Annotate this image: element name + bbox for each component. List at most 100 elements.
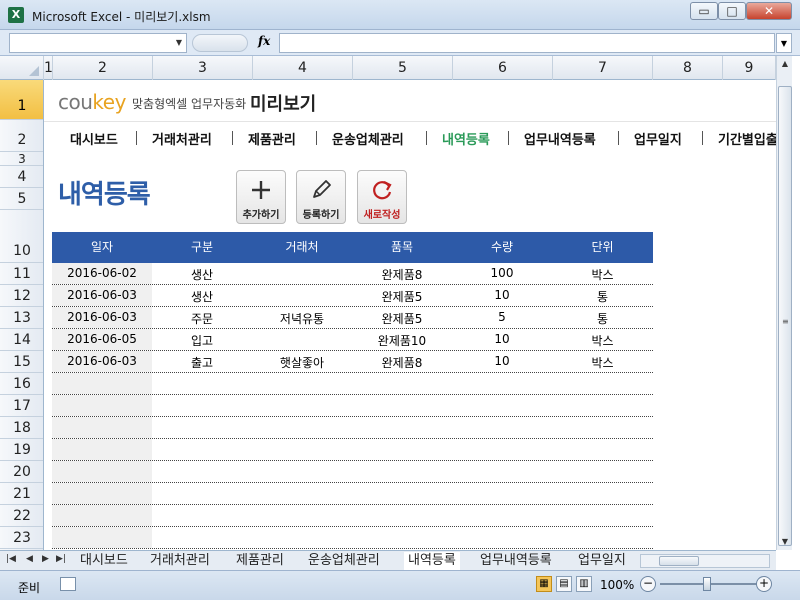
table-cell[interactable]: 입고 bbox=[152, 332, 252, 349]
nav-item-work-log[interactable]: 업무일지 bbox=[634, 129, 682, 148]
row-header[interactable]: 13 bbox=[0, 307, 43, 329]
sheet-tab-products[interactable]: 제품관리 bbox=[232, 552, 288, 570]
table-row[interactable] bbox=[52, 373, 653, 395]
sheet-tab-work-log[interactable]: 업무일지 bbox=[574, 552, 636, 570]
sheet-tab-clients[interactable]: 거래처관리 bbox=[146, 552, 214, 570]
table-cell[interactable]: 박스 bbox=[552, 354, 653, 371]
sheet-tab-entry-registration[interactable]: 내역등록 bbox=[404, 552, 460, 570]
row-header[interactable]: 1 bbox=[0, 80, 43, 120]
add-button[interactable]: 추가하기 bbox=[236, 170, 286, 224]
new-entry-button[interactable]: 새로작성 bbox=[357, 170, 407, 224]
row-header[interactable]: 16 bbox=[0, 373, 43, 395]
scroll-up-icon[interactable]: ▲ bbox=[777, 56, 793, 72]
column-header[interactable]: 9 bbox=[723, 56, 776, 80]
name-box[interactable]: ▼ bbox=[9, 33, 187, 53]
page-layout-view-button[interactable]: ▤ bbox=[556, 576, 572, 592]
insert-function-icon[interactable]: fx bbox=[258, 34, 270, 48]
nav-item-dashboard[interactable]: 대시보드 bbox=[70, 129, 118, 148]
table-cell[interactable]: 2016-06-05 bbox=[52, 332, 152, 346]
zoom-level[interactable]: 100% bbox=[600, 578, 634, 592]
formula-input[interactable] bbox=[279, 33, 775, 53]
table-cell[interactable]: 생산 bbox=[152, 266, 252, 283]
table-row[interactable] bbox=[52, 395, 653, 417]
table-row[interactable]: 2016-06-02 생산 완제품8 100 박스 bbox=[52, 263, 653, 285]
table-cell[interactable]: 10 bbox=[452, 354, 552, 368]
nav-item-carriers[interactable]: 운송업체관리 bbox=[332, 129, 404, 148]
row-header[interactable]: 5 bbox=[0, 188, 43, 210]
row-header[interactable]: 19 bbox=[0, 439, 43, 461]
nav-item-work-entry[interactable]: 업무내역등록 bbox=[524, 129, 596, 148]
nav-item-products[interactable]: 제품관리 bbox=[248, 129, 296, 148]
table-row[interactable]: 2016-06-03 생산 완제품5 10 통 bbox=[52, 285, 653, 307]
table-row[interactable] bbox=[52, 417, 653, 439]
table-cell[interactable]: 통 bbox=[552, 288, 653, 305]
row-header[interactable]: 20 bbox=[0, 461, 43, 483]
table-cell[interactable]: 2016-06-03 bbox=[52, 288, 152, 302]
table-cell[interactable]: 출고 bbox=[152, 354, 252, 371]
table-row[interactable]: 2016-06-03 주문 저녁유통 완제품5 5 통 bbox=[52, 307, 653, 329]
table-cell[interactable]: 완제품5 bbox=[352, 310, 452, 327]
row-header[interactable]: 21 bbox=[0, 483, 43, 505]
formula-bar-splitter[interactable] bbox=[192, 34, 248, 52]
nav-item-clients[interactable]: 거래처관리 bbox=[152, 129, 212, 148]
table-cell[interactable]: 주문 bbox=[152, 310, 252, 327]
chevron-down-icon[interactable]: ▼ bbox=[176, 38, 182, 47]
row-header[interactable]: 11 bbox=[0, 263, 43, 285]
zoom-in-button[interactable]: + bbox=[756, 576, 772, 592]
vertical-scrollbar[interactable]: ▲ ≡ ▼ bbox=[776, 56, 792, 550]
row-header[interactable]: 4 bbox=[0, 166, 43, 188]
row-header[interactable]: 15 bbox=[0, 351, 43, 373]
record-macro-icon[interactable] bbox=[60, 577, 76, 591]
table-cell[interactable]: 생산 bbox=[152, 288, 252, 305]
column-header[interactable]: 3 bbox=[153, 56, 253, 80]
excel-icon[interactable]: X bbox=[8, 7, 24, 23]
table-cell[interactable]: 완제품5 bbox=[352, 288, 452, 305]
column-header[interactable]: 6 bbox=[453, 56, 553, 80]
column-header[interactable]: 1 bbox=[44, 56, 53, 80]
table-cell[interactable]: 완제품10 bbox=[352, 332, 452, 349]
table-cell[interactable]: 완제품8 bbox=[352, 354, 452, 371]
column-header[interactable]: 4 bbox=[253, 56, 353, 80]
minimize-button[interactable]: ▭ bbox=[690, 2, 718, 20]
table-cell[interactable]: 박스 bbox=[552, 266, 653, 283]
maximize-button[interactable]: □ bbox=[718, 2, 746, 20]
worksheet[interactable]: coukey 맞춤형엑셀 업무자동화 미리보기 대시보드 거래처관리 제품관리 … bbox=[44, 80, 776, 550]
table-cell[interactable]: 5 bbox=[452, 310, 552, 324]
expand-formula-bar-button[interactable]: ▼ bbox=[776, 33, 792, 53]
row-header[interactable]: 3 bbox=[0, 152, 43, 166]
table-cell[interactable]: 햇살좋아 bbox=[252, 354, 352, 371]
table-cell[interactable]: 100 bbox=[452, 266, 552, 280]
select-all-button[interactable] bbox=[0, 56, 44, 80]
table-cell[interactable]: 10 bbox=[452, 332, 552, 346]
column-header[interactable]: 5 bbox=[353, 56, 453, 80]
table-row[interactable] bbox=[52, 505, 653, 527]
table-cell[interactable]: 2016-06-03 bbox=[52, 310, 152, 324]
row-header[interactable]: 14 bbox=[0, 329, 43, 351]
table-cell[interactable]: 저녁유통 bbox=[252, 310, 352, 327]
row-header[interactable]: 2 bbox=[0, 120, 43, 152]
table-cell[interactable]: 완제품8 bbox=[352, 266, 452, 283]
sheet-tab-carriers[interactable]: 운송업체관리 bbox=[304, 552, 384, 570]
row-header[interactable]: 10 bbox=[0, 210, 43, 263]
table-cell[interactable]: 통 bbox=[552, 310, 653, 327]
row-header[interactable]: 17 bbox=[0, 395, 43, 417]
page-break-view-button[interactable]: ▥ bbox=[576, 576, 592, 592]
table-row[interactable] bbox=[52, 439, 653, 461]
normal-view-button[interactable]: ▦ bbox=[536, 576, 552, 592]
first-sheet-icon[interactable]: |◀ bbox=[6, 554, 16, 564]
column-header[interactable]: 8 bbox=[653, 56, 723, 80]
next-sheet-icon[interactable]: ▶ bbox=[42, 554, 49, 564]
sheet-tab-dashboard[interactable]: 대시보드 bbox=[76, 552, 132, 570]
table-cell[interactable]: 10 bbox=[452, 288, 552, 302]
table-cell[interactable]: 2016-06-02 bbox=[52, 266, 152, 280]
table-cell[interactable]: 박스 bbox=[552, 332, 653, 349]
column-header[interactable]: 2 bbox=[53, 56, 153, 80]
prev-sheet-icon[interactable]: ◀ bbox=[26, 554, 33, 564]
column-header[interactable]: 7 bbox=[553, 56, 653, 80]
row-header[interactable]: 22 bbox=[0, 505, 43, 527]
last-sheet-icon[interactable]: ▶| bbox=[56, 554, 66, 564]
table-row[interactable] bbox=[52, 483, 653, 505]
horizontal-scrollbar[interactable] bbox=[640, 554, 770, 568]
row-header[interactable]: 12 bbox=[0, 285, 43, 307]
nav-item-period-io[interactable]: 기간별입출 bbox=[718, 129, 776, 148]
